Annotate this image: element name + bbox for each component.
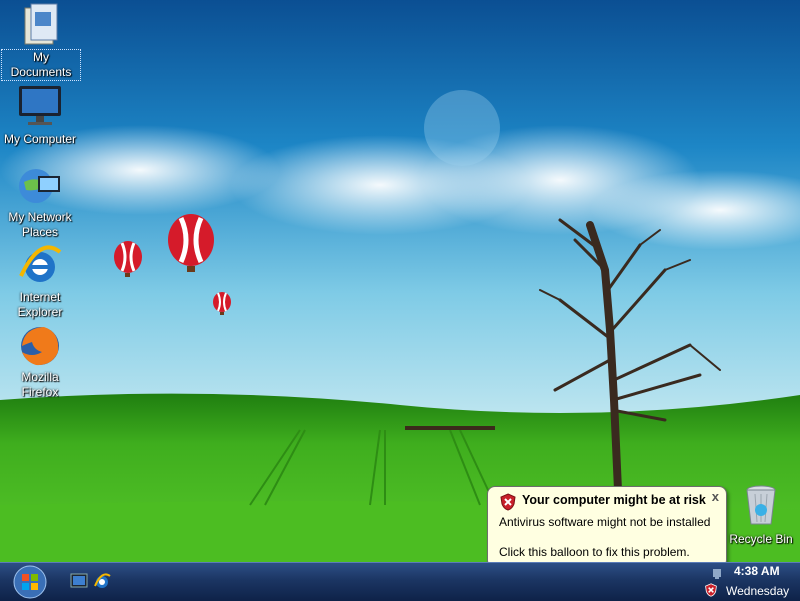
firefox-icon [21,327,59,366]
network-places-icon [19,169,60,203]
show-desktop-icon[interactable] [70,572,88,590]
wallpaper [0,0,800,562]
desktop-icon-my-computer[interactable]: My Computer [1,82,79,148]
desktop-icon-label: Recycle Bin [729,532,793,546]
clock-day[interactable]: Wednesday [726,584,789,598]
security-alert-icon[interactable] [704,583,718,597]
taskbar: 4:38 AM Wednesday [0,562,800,601]
recycle-bin-icon [746,485,776,525]
desktop-icon-label: My Network Places [8,210,72,239]
my-documents-icon [24,3,58,45]
network-status-icon[interactable] [712,568,722,580]
my-computer-icon [19,86,61,125]
desktop-icon-network-places[interactable]: My Network Places [1,162,79,241]
desktop[interactable]: My Documents My Computer My Network Plac… [0,0,800,562]
internet-explorer-quicklaunch-icon[interactable] [93,572,111,590]
desktop-icon-label: Internet Explorer [17,290,63,319]
shield-warning-icon [500,493,516,511]
desktop-icon-my-documents[interactable]: My Documents [1,2,81,81]
system-tray: 4:38 AM Wednesday [700,563,800,601]
internet-explorer-icon [19,245,62,282]
desktop-icon-internet-explorer[interactable]: Internet Explorer [1,242,79,321]
desktop-icon-firefox[interactable]: Mozilla Firefox [1,322,79,401]
security-balloon[interactable]: Your computer might be at risk x Antivir… [487,486,727,562]
clock-time[interactable]: 4:38 AM [734,564,780,578]
balloon-close-button[interactable]: x [712,489,719,504]
desktop-icon-label: My Documents [1,49,81,81]
desktop-icon-label: My Computer [3,132,77,146]
desktop-icon-recycle-bin[interactable]: Recycle Bin [722,482,800,548]
balloon-fix-link[interactable]: Click this balloon to fix this problem. [499,545,690,559]
desktop-icon-label: Mozilla Firefox [21,370,59,399]
balloon-message: Antivirus software might not be installe… [499,515,711,529]
start-button[interactable] [12,564,48,600]
balloon-title: Your computer might be at risk [522,493,706,507]
